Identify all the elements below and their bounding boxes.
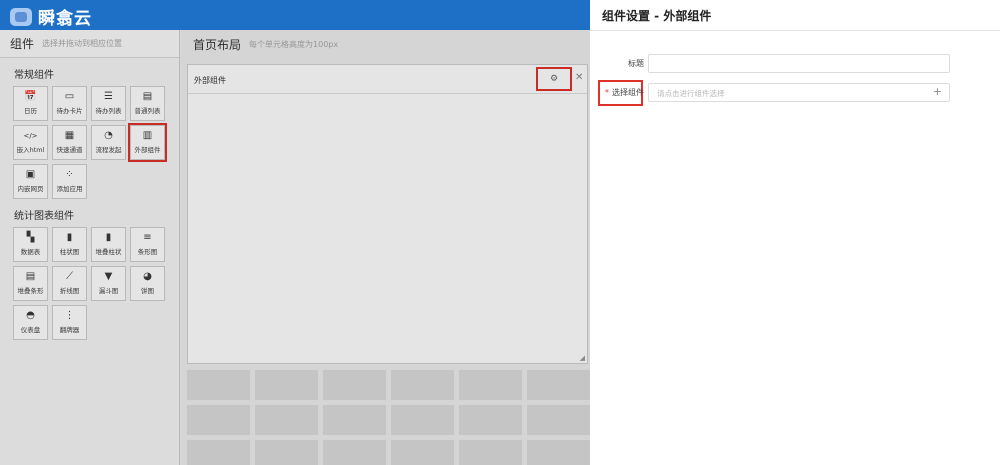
- app-logo: 瞬翕云: [10, 4, 92, 29]
- select-component-label: * 选择组件: [605, 87, 644, 98]
- form-row-title: 标题: [590, 54, 1000, 74]
- plus-icon[interactable]: +: [933, 85, 942, 98]
- drawer-title: 组件设置 - 外部组件: [602, 8, 712, 23]
- modal-overlay[interactable]: [0, 0, 590, 465]
- app-background: 组件 选择并拖动到相应位置 常规组件 📅 日历 ▭ 待办卡片 ☰ 待办列表 ▤ 普通列表…: [0, 0, 590, 465]
- logo-icon: [10, 7, 32, 26]
- title-input[interactable]: [648, 54, 950, 73]
- drawer-header: 组件设置 - 外部组件: [590, 0, 1000, 31]
- title-label: 标题: [628, 59, 644, 68]
- form-row-select-component: * 选择组件 请点击进行组件选择 +: [590, 80, 1000, 106]
- select-component-label-text: 选择组件: [612, 88, 644, 97]
- component-picker-placeholder: 请点击进行组件选择: [657, 89, 725, 98]
- required-asterisk: *: [605, 88, 609, 97]
- app-name: 瞬翕云: [38, 9, 92, 29]
- component-picker[interactable]: 请点击进行组件选择 +: [648, 83, 950, 102]
- settings-drawer: 组件设置 - 外部组件 标题 * 选择组件 请点击进行组件选择 +: [590, 0, 1000, 465]
